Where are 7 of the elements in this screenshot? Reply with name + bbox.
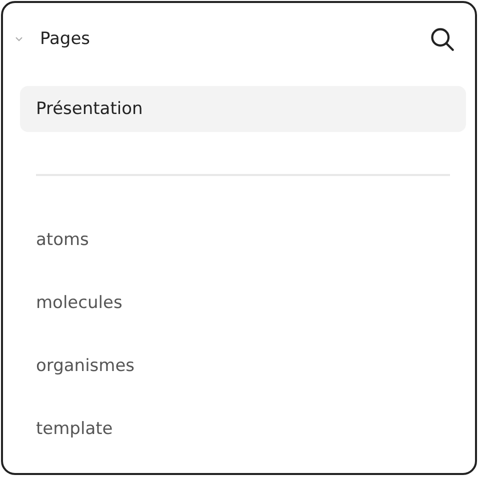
panel-title: Pages (40, 29, 92, 49)
page-item[interactable]: Présentation (20, 86, 466, 132)
page-item[interactable]: atoms (20, 209, 475, 272)
page-item[interactable]: molecules (20, 272, 475, 335)
page-item[interactable]: organismes (20, 335, 475, 398)
search-icon[interactable] (429, 26, 455, 52)
page-item[interactable]: template (20, 398, 475, 461)
